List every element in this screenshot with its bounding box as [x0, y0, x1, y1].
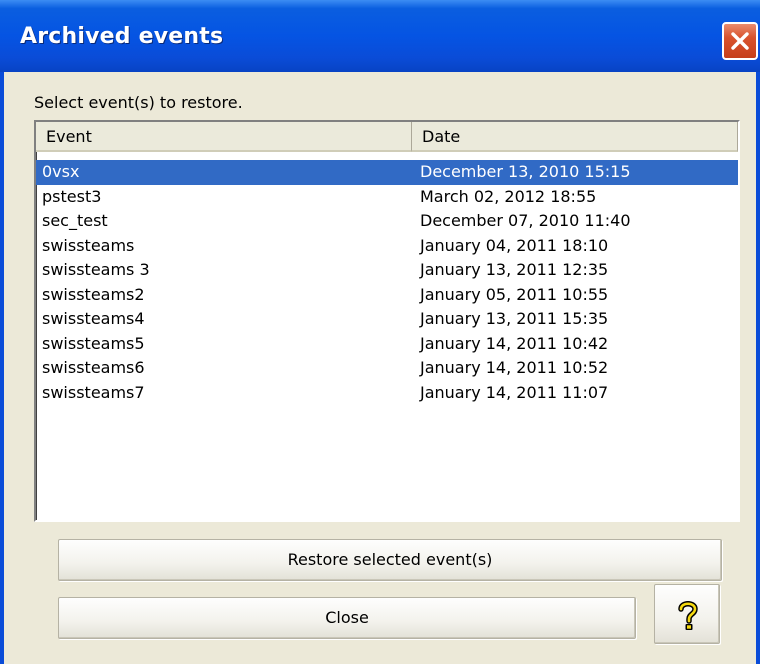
help-icon [678, 601, 698, 630]
event-date-cell: January 14, 2011 10:42 [420, 333, 609, 353]
event-date-cell: March 02, 2012 18:55 [420, 186, 597, 206]
table-row[interactable]: swissteams7 January 14, 2011 11:07 [36, 381, 738, 406]
table-row[interactable]: 0vsx December 13, 2010 15:15 [36, 160, 738, 185]
event-date-cell: December 13, 2010 15:15 [420, 162, 631, 181]
table-row[interactable]: swissteams 3 January 13, 2011 12:35 [36, 258, 738, 283]
event-name-cell: pstest3 [42, 186, 102, 206]
event-name-cell: swissteams [42, 235, 135, 255]
table-row[interactable]: swissteams4 January 13, 2011 15:35 [36, 307, 738, 332]
event-name-cell: swissteams5 [42, 333, 145, 353]
table-row[interactable]: swissteams January 04, 2011 18:10 [36, 234, 738, 259]
event-date-cell: January 04, 2011 18:10 [420, 235, 609, 255]
archived-events-dialog: Archived events Select event(s) to resto… [0, 0, 760, 664]
table-row[interactable]: sec_test December 07, 2010 11:40 [36, 209, 738, 234]
event-date-cell: January 14, 2011 11:07 [420, 382, 609, 402]
table-row[interactable]: swissteams5 January 14, 2011 10:42 [36, 332, 738, 357]
table-row[interactable]: swissteams2 January 05, 2011 10:55 [36, 283, 738, 308]
event-name-cell: swissteams6 [42, 358, 145, 377]
events-list[interactable]: Event Date 0vsx December 13, 2010 15:15 ps… [34, 120, 740, 522]
event-name-cell: 0vsx [42, 162, 80, 181]
window-title: Archived events [20, 24, 224, 49]
event-name-cell: swissteams 3 [42, 260, 150, 279]
column-header-date[interactable]: Date [412, 122, 738, 152]
list-header: Event Date [36, 122, 738, 154]
event-name-cell: swissteams4 [42, 309, 145, 328]
restore-selected-button[interactable]: Restore selected event(s) [58, 539, 722, 581]
close-icon [731, 32, 749, 50]
event-date-cell: January 05, 2011 10:55 [420, 284, 609, 304]
event-date-cell: January 14, 2011 10:52 [420, 358, 609, 377]
window-frame-left [0, 72, 4, 664]
event-name-cell: swissteams7 [42, 382, 145, 402]
close-window-button[interactable] [722, 22, 758, 60]
event-name-cell: swissteams2 [42, 284, 145, 304]
instruction-label: Select event(s) to restore. [34, 93, 243, 112]
close-button[interactable]: Close [58, 597, 636, 639]
event-name-cell: sec_test [42, 211, 108, 230]
event-date-cell: January 13, 2011 15:35 [420, 309, 609, 328]
table-row[interactable]: swissteams6 January 14, 2011 10:52 [36, 356, 738, 381]
list-rows: 0vsx December 13, 2010 15:15 pstest3 March … [36, 160, 738, 405]
title-bar[interactable]: Archived events [0, 0, 760, 72]
table-row[interactable]: pstest3 March 02, 2012 18:55 [36, 185, 738, 210]
help-button[interactable] [654, 584, 720, 644]
event-date-cell: January 13, 2011 12:35 [420, 260, 609, 279]
event-date-cell: December 07, 2010 11:40 [420, 211, 631, 230]
column-header-event[interactable]: Event [36, 122, 412, 152]
window-frame-right [756, 72, 760, 664]
